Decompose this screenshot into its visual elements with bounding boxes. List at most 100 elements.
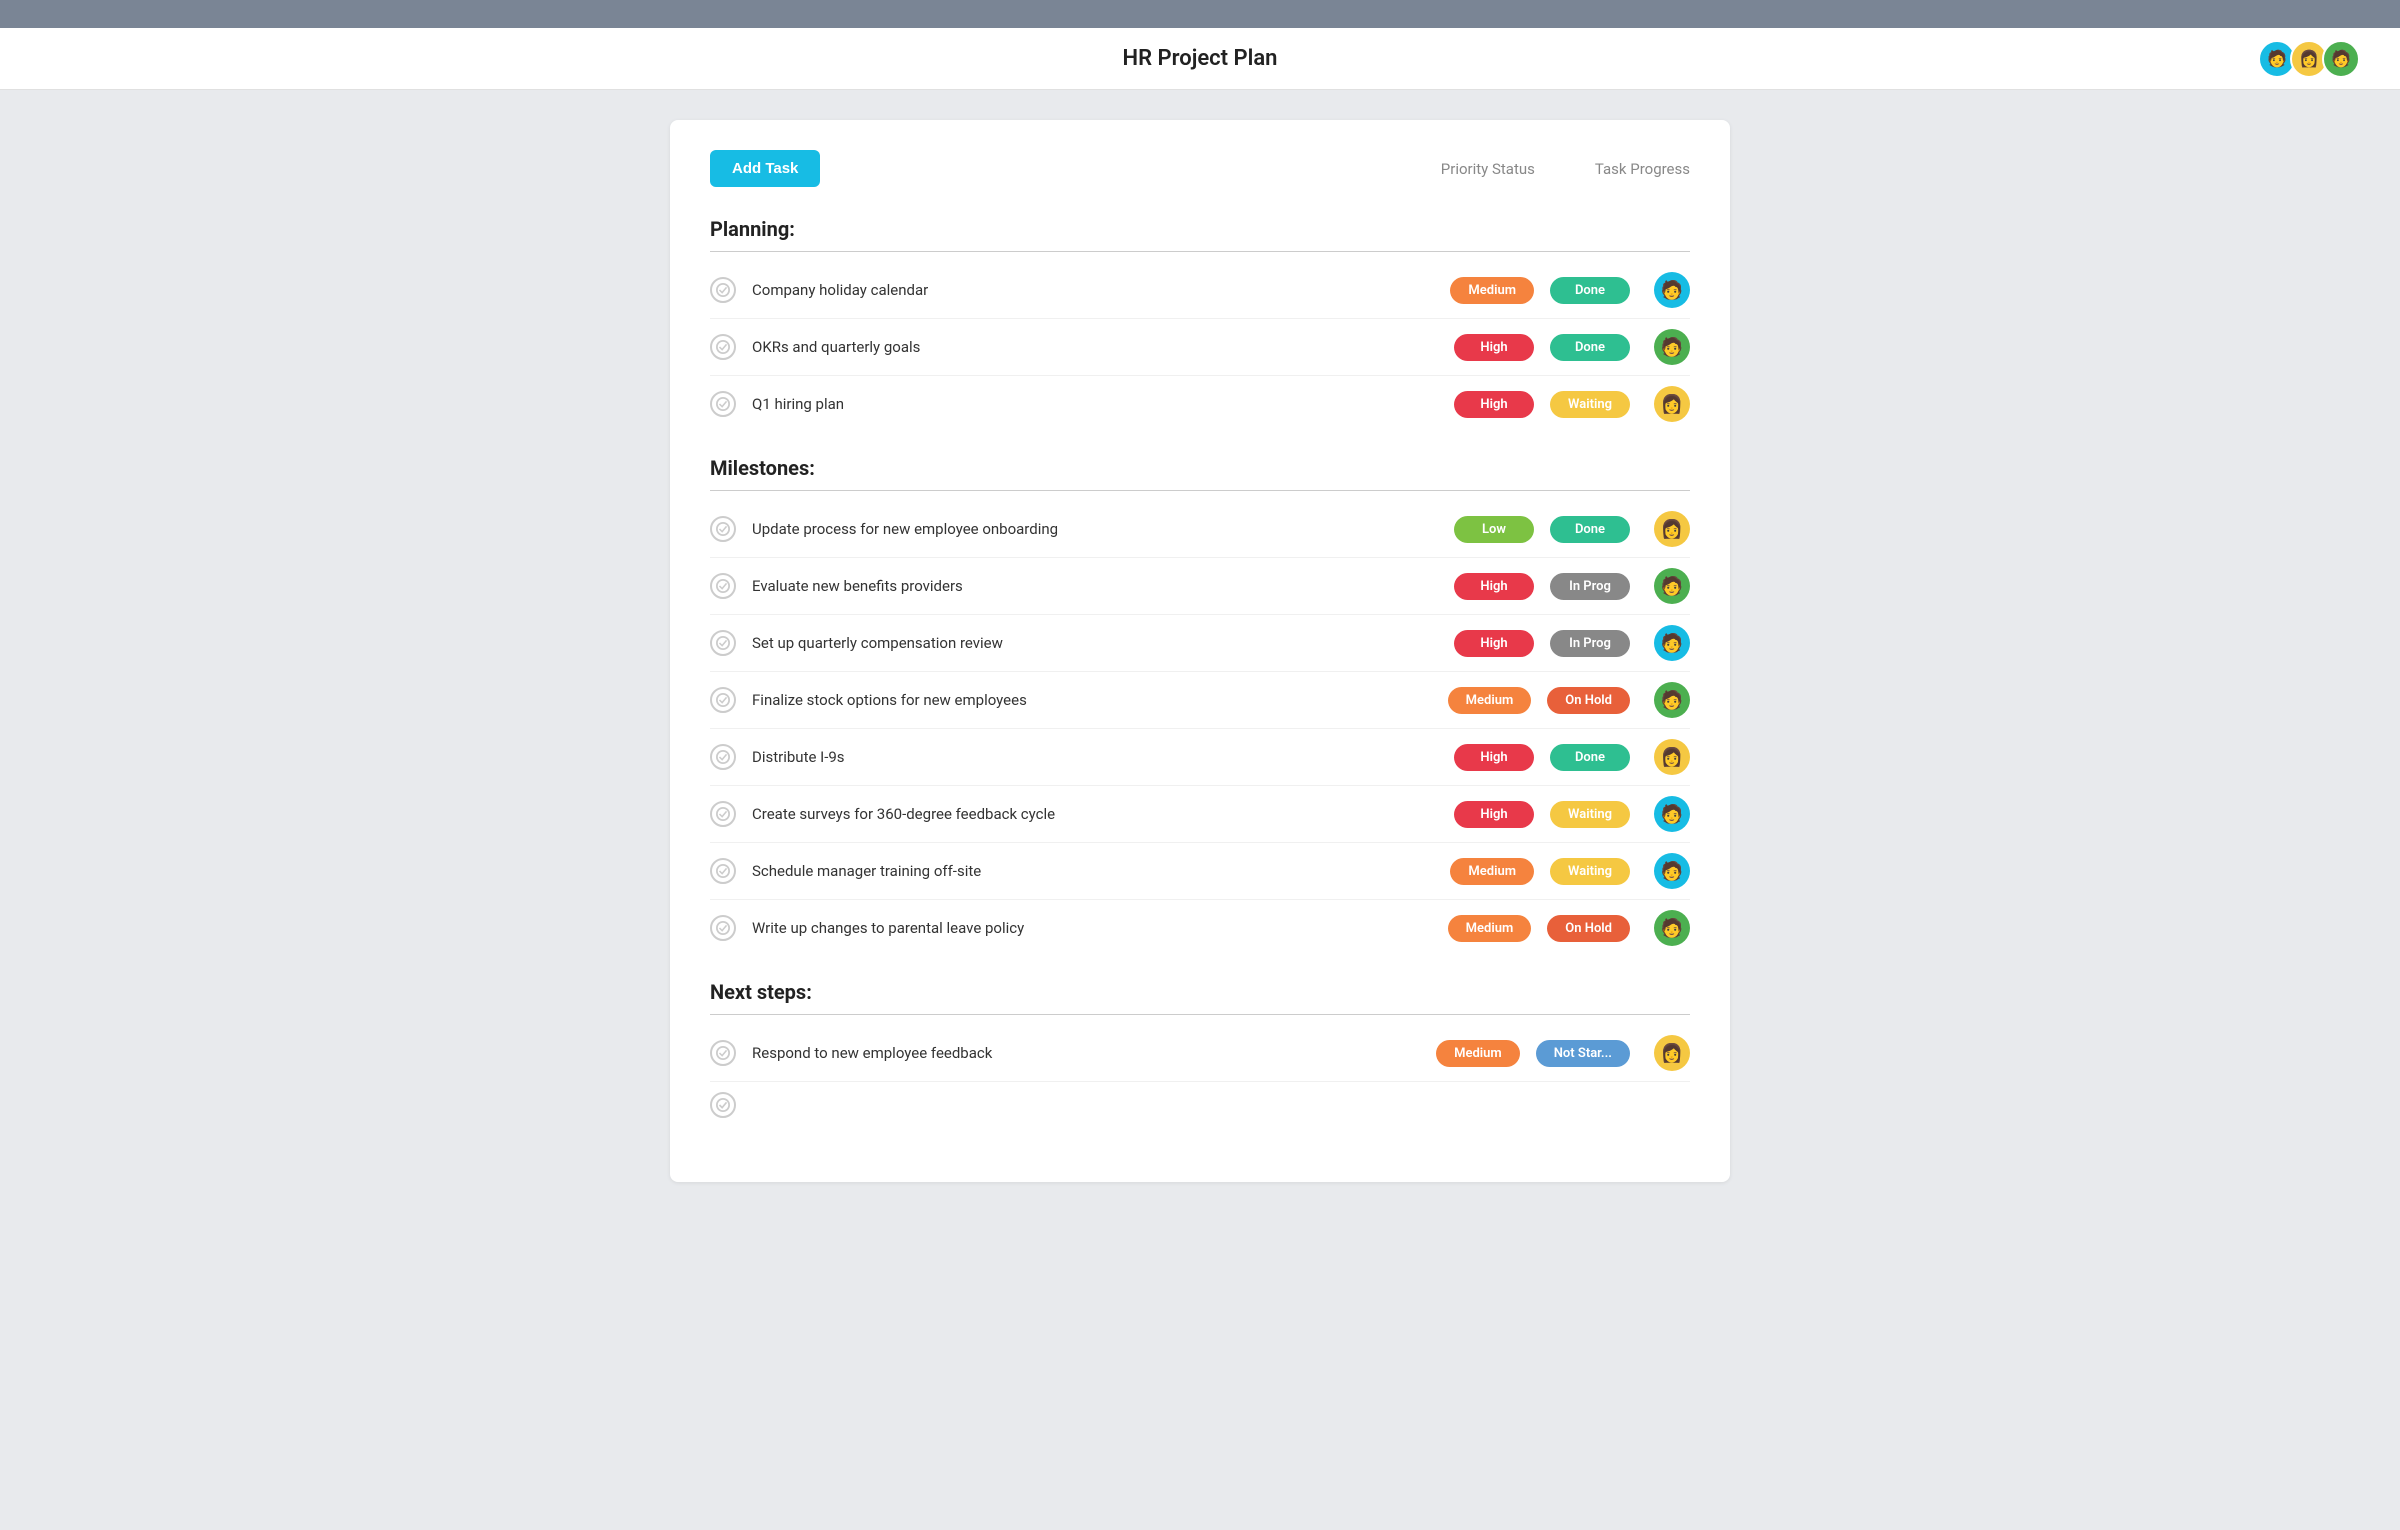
- task-name: Update process for new employee onboardi…: [752, 520, 1454, 538]
- task-badges: High Done 🧑: [1454, 329, 1690, 365]
- header-avatars: 🧑👩🧑: [2258, 40, 2360, 78]
- top-bar: [0, 0, 2400, 28]
- task-badges: HighWaiting🧑: [1454, 796, 1690, 832]
- task-checkbox[interactable]: [710, 630, 736, 656]
- task-badges: High Done 👩: [1454, 739, 1690, 775]
- priority-badge: Medium: [1450, 277, 1534, 304]
- task-avatar: 🧑: [1654, 682, 1690, 718]
- task-row[interactable]: Respond to new employee feedbackMedium No…: [710, 1025, 1690, 1082]
- task-name: Respond to new employee feedback: [752, 1044, 1436, 1062]
- task-avatar: 👩: [1654, 739, 1690, 775]
- task-badges: High Waiting 👩: [1454, 386, 1690, 422]
- task-checkbox[interactable]: [710, 1092, 736, 1118]
- priority-badge: High: [1454, 573, 1534, 600]
- task-name: Write up changes to parental leave polic…: [752, 919, 1448, 937]
- task-progress-label: Task Progress: [1595, 160, 1690, 178]
- task-avatar: 🧑: [1654, 796, 1690, 832]
- task-avatar: 🧑: [1654, 853, 1690, 889]
- task-name: Company holiday calendar: [752, 281, 1450, 299]
- section-nextsteps: Next steps: Respond to new employee feedb…: [710, 980, 1690, 1128]
- section-milestones: Milestones: Update process for new employ…: [710, 456, 1690, 956]
- status-badge: Done: [1550, 277, 1630, 304]
- priority-badge: Medium: [1448, 915, 1532, 942]
- priority-badge: High: [1454, 391, 1534, 418]
- task-checkbox[interactable]: [710, 573, 736, 599]
- toolbar: Add Task Priority Status Task Progress: [710, 150, 1690, 187]
- section-header: Next steps:: [710, 980, 1690, 1015]
- task-avatar: 👩: [1654, 386, 1690, 422]
- task-checkbox[interactable]: [710, 1040, 736, 1066]
- task-avatar: 🧑: [1654, 568, 1690, 604]
- task-avatar: 🧑: [1654, 625, 1690, 661]
- task-row[interactable]: Distribute I-9sHigh Done 👩: [710, 729, 1690, 786]
- priority-badge: High: [1454, 630, 1534, 657]
- header: HR Project Plan 🧑👩🧑: [0, 28, 2400, 90]
- task-name: Create surveys for 360-degree feedback c…: [752, 805, 1454, 823]
- task-avatar: 👩: [1654, 1035, 1690, 1071]
- task-checkbox[interactable]: [710, 516, 736, 542]
- priority-badge: High: [1454, 334, 1534, 361]
- status-badge: Done: [1550, 744, 1630, 771]
- priority-status-label: Priority Status: [1441, 160, 1535, 178]
- task-name: Finalize stock options for new employees: [752, 691, 1448, 709]
- priority-badge: Low: [1454, 516, 1534, 543]
- priority-badge: Medium: [1436, 1040, 1520, 1067]
- status-badge: Done: [1550, 334, 1630, 361]
- task-badges: MediumDone🧑: [1450, 272, 1690, 308]
- status-badge: On Hold: [1547, 915, 1630, 942]
- header-avatar: 🧑: [2322, 40, 2360, 78]
- task-row[interactable]: Write up changes to parental leave polic…: [710, 900, 1690, 956]
- task-badges: Medium Not Star... 👩: [1436, 1035, 1690, 1071]
- task-checkbox[interactable]: [710, 687, 736, 713]
- task-row[interactable]: Company holiday calendarMediumDone🧑: [710, 262, 1690, 319]
- task-row[interactable]: Create surveys for 360-degree feedback c…: [710, 786, 1690, 843]
- status-badge: On Hold: [1547, 687, 1630, 714]
- priority-badge: Medium: [1448, 687, 1532, 714]
- task-row[interactable]: Q1 hiring planHigh Waiting 👩: [710, 376, 1690, 432]
- task-row[interactable]: Set up quarterly compensation reviewHigh…: [710, 615, 1690, 672]
- status-badge: Waiting: [1550, 858, 1630, 885]
- status-badge: In Prog: [1550, 630, 1630, 657]
- task-row[interactable]: Evaluate new benefits providersHigh In Pr…: [710, 558, 1690, 615]
- task-checkbox[interactable]: [710, 391, 736, 417]
- task-row[interactable]: [710, 1082, 1690, 1128]
- status-badge: Waiting: [1550, 801, 1630, 828]
- task-row[interactable]: Schedule manager training off-siteMedium…: [710, 843, 1690, 900]
- task-checkbox[interactable]: [710, 277, 736, 303]
- priority-badge: High: [1454, 744, 1534, 771]
- task-checkbox[interactable]: [710, 801, 736, 827]
- task-name: Q1 hiring plan: [752, 395, 1454, 413]
- task-name: OKRs and quarterly goals: [752, 338, 1454, 356]
- task-avatar: 🧑: [1654, 329, 1690, 365]
- task-badges: High In Prog 🧑: [1454, 625, 1690, 661]
- task-checkbox[interactable]: [710, 858, 736, 884]
- task-badges: Medium On Hold 🧑: [1448, 910, 1690, 946]
- task-name: Schedule manager training off-site: [752, 862, 1450, 880]
- task-name: Set up quarterly compensation review: [752, 634, 1454, 652]
- main-content: Add Task Priority Status Task Progress P…: [670, 120, 1730, 1182]
- task-avatar: 🧑: [1654, 910, 1690, 946]
- status-badge: Done: [1550, 516, 1630, 543]
- status-badge: In Prog: [1550, 573, 1630, 600]
- task-badges: High In Prog 🧑: [1454, 568, 1690, 604]
- page-title: HR Project Plan: [1123, 46, 1278, 71]
- task-row[interactable]: Finalize stock options for new employees…: [710, 672, 1690, 729]
- section-header: Milestones:: [710, 456, 1690, 491]
- task-name: Distribute I-9s: [752, 748, 1454, 766]
- priority-badge: Medium: [1450, 858, 1534, 885]
- status-badge: Not Star...: [1536, 1040, 1630, 1067]
- task-avatar: 👩: [1654, 511, 1690, 547]
- task-checkbox[interactable]: [710, 334, 736, 360]
- task-checkbox[interactable]: [710, 915, 736, 941]
- task-checkbox[interactable]: [710, 744, 736, 770]
- status-badge: Waiting: [1550, 391, 1630, 418]
- task-row[interactable]: Update process for new employee onboardi…: [710, 501, 1690, 558]
- task-row[interactable]: OKRs and quarterly goalsHigh Done 🧑: [710, 319, 1690, 376]
- add-task-button[interactable]: Add Task: [710, 150, 820, 187]
- toolbar-labels: Priority Status Task Progress: [1441, 160, 1690, 178]
- task-badges: Medium Waiting 🧑: [1450, 853, 1690, 889]
- section-planning: Planning:Company holiday calendarMediumD…: [710, 217, 1690, 432]
- task-name: Evaluate new benefits providers: [752, 577, 1454, 595]
- task-badges: Low Done 👩: [1454, 511, 1690, 547]
- task-badges: Medium On Hold 🧑: [1448, 682, 1690, 718]
